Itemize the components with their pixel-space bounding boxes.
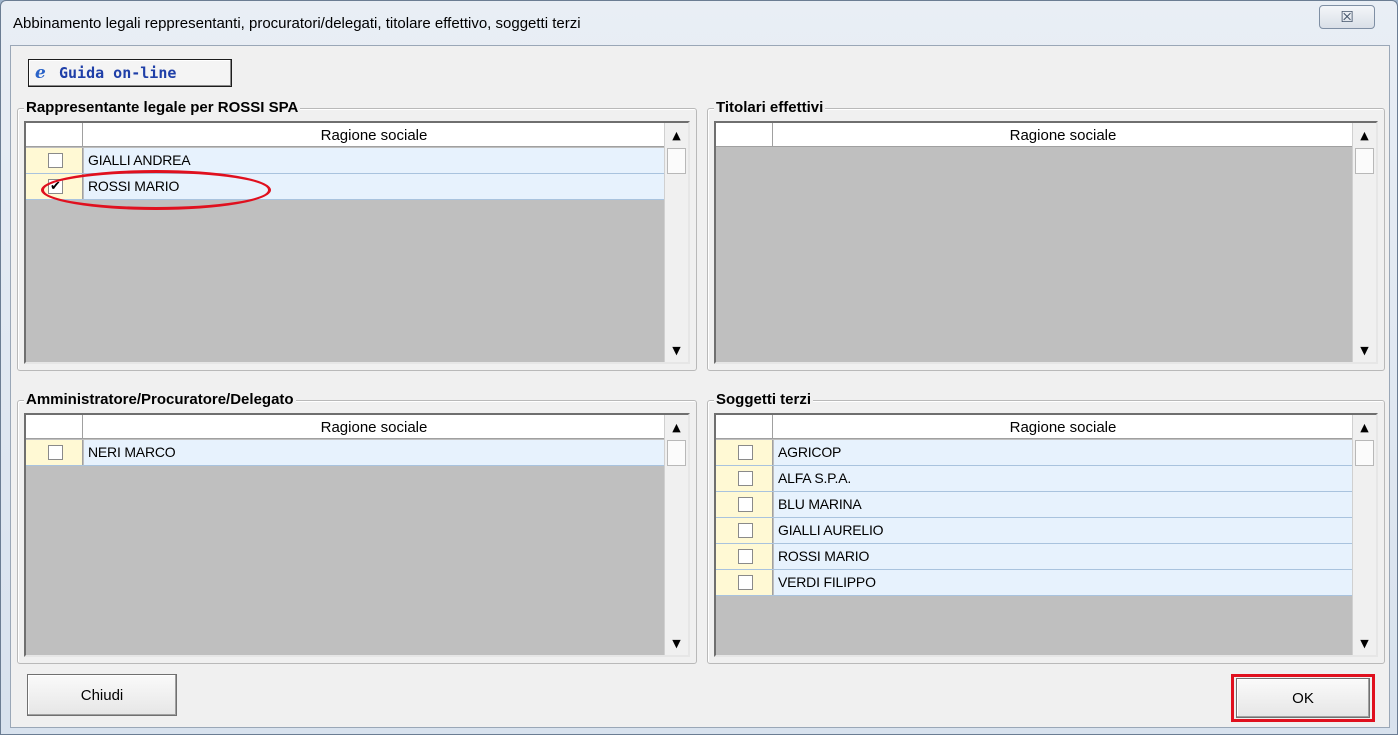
table-row[interactable]: ALFA S.P.A. [716,466,1352,492]
check-cell: ✔ [26,174,83,199]
row-name: GIALLI ANDREA [84,148,664,173]
arrow-down-icon: ▼ [1360,636,1369,650]
table-row[interactable]: GIALLI ANDREA [26,148,664,174]
check-column-header [26,123,83,147]
row-name: ROSSI MARIO [84,174,664,199]
check-cell [716,466,773,491]
window-title: Abbinamento legali reppresentanti, procu… [13,15,581,32]
check-column-header [716,123,773,147]
scroll-up-button[interactable]: ▲ [665,415,688,439]
grid-header: Ragione sociale [716,123,1352,147]
close-window-button[interactable]: ☒ [1319,5,1375,29]
row-checkbox[interactable] [738,445,753,460]
scroll-thumb[interactable] [1355,148,1374,174]
row-checkbox[interactable] [738,523,753,538]
table-row[interactable]: BLU MARINA [716,492,1352,518]
third-parties-group: Soggetti terzi Ragione sociale AGRICOP A… [707,391,1385,664]
row-name: ROSSI MARIO [774,544,1352,569]
ragione-sociale-column-header[interactable]: Ragione sociale [774,415,1352,439]
scroll-up-button[interactable]: ▲ [1353,123,1376,147]
check-cell [26,148,83,173]
legal-rep-group: Rappresentante legale per ROSSI SPA Ragi… [17,99,697,371]
row-checkbox[interactable] [738,549,753,564]
check-cell [26,440,83,465]
administrator-rows: NERI MARCO [26,440,664,466]
ok-button[interactable]: OK [1236,678,1370,718]
arrow-up-icon: ▲ [1360,420,1369,434]
legal-rep-title: Rappresentante legale per ROSSI SPA [24,99,301,116]
administrator-group: Amministratore/Procuratore/Delegato Ragi… [17,391,697,664]
grid-header: Ragione sociale [716,415,1352,439]
dialog-body: e Guida on-line Rappresentante legale pe… [10,45,1390,728]
scroll-down-button[interactable]: ▼ [1353,631,1376,655]
administrator-title: Amministratore/Procuratore/Delegato [24,391,296,408]
administrator-grid: Ragione sociale NERI MARCO ▲ ▼ [24,413,690,657]
check-column-header [716,415,773,439]
scroll-down-button[interactable]: ▼ [665,338,688,362]
vertical-scrollbar[interactable]: ▲ ▼ [1352,415,1376,655]
check-column-header [26,415,83,439]
check-cell [716,544,773,569]
vertical-scrollbar[interactable]: ▲ ▼ [1352,123,1376,362]
ragione-sociale-column-header[interactable]: Ragione sociale [84,123,664,147]
row-checkbox[interactable] [738,497,753,512]
beneficial-owners-group: Titolari effettivi Ragione sociale ▲ ▼ [707,99,1385,371]
scroll-down-button[interactable]: ▼ [665,631,688,655]
legal-rep-grid: Ragione sociale GIALLI ANDREA ✔ ROSSI MA… [24,121,690,364]
scroll-thumb[interactable] [667,148,686,174]
check-cell [716,518,773,543]
online-guide-label: Guida on-line [59,64,177,82]
table-row[interactable]: ROSSI MARIO [716,544,1352,570]
check-cell [716,440,773,465]
scroll-thumb[interactable] [667,440,686,466]
row-name: ALFA S.P.A. [774,466,1352,491]
third-parties-rows: AGRICOP ALFA S.P.A. BLU MARINA GIALLI AU… [716,440,1352,596]
ok-highlight-annotation: OK [1231,674,1375,722]
vertical-scrollbar[interactable]: ▲ ▼ [664,123,688,362]
arrow-up-icon: ▲ [672,420,681,434]
scroll-up-button[interactable]: ▲ [1353,415,1376,439]
online-guide-button[interactable]: e Guida on-line [28,59,232,87]
row-name: AGRICOP [774,440,1352,465]
grid-header: Ragione sociale [26,123,664,147]
arrow-down-icon: ▼ [672,636,681,650]
dialog-window: Abbinamento legali reppresentanti, procu… [0,0,1398,735]
scroll-up-button[interactable]: ▲ [665,123,688,147]
third-parties-title: Soggetti terzi [714,391,814,408]
ragione-sociale-column-header[interactable]: Ragione sociale [84,415,664,439]
scroll-down-button[interactable]: ▼ [1353,338,1376,362]
title-bar: Abbinamento legali reppresentanti, procu… [1,1,1397,45]
ragione-sociale-column-header[interactable]: Ragione sociale [774,123,1352,147]
beneficial-owners-title: Titolari effettivi [714,99,826,116]
row-checkbox[interactable] [738,575,753,590]
table-row[interactable]: VERDI FILIPPO [716,570,1352,596]
close-button[interactable]: Chiudi [27,674,177,716]
row-checkbox[interactable]: ✔ [48,179,63,194]
table-row[interactable]: NERI MARCO [26,440,664,466]
arrow-up-icon: ▲ [672,128,681,142]
row-checkbox[interactable] [48,445,63,460]
scroll-thumb[interactable] [1355,440,1374,466]
close-icon: ☒ [1340,8,1354,26]
row-checkbox[interactable] [738,471,753,486]
row-checkbox[interactable] [48,153,63,168]
table-row[interactable]: ✔ ROSSI MARIO [26,174,664,200]
check-cell [716,492,773,517]
table-row[interactable]: AGRICOP [716,440,1352,466]
row-name: NERI MARCO [84,440,664,465]
arrow-down-icon: ▼ [1360,343,1369,357]
internet-explorer-icon: e [35,63,46,83]
arrow-down-icon: ▼ [672,343,681,357]
row-name: BLU MARINA [774,492,1352,517]
row-name: VERDI FILIPPO [774,570,1352,595]
beneficial-owners-grid: Ragione sociale ▲ ▼ [714,121,1378,364]
legal-rep-rows: GIALLI ANDREA ✔ ROSSI MARIO [26,148,664,200]
grid-header: Ragione sociale [26,415,664,439]
check-cell [716,570,773,595]
table-row[interactable]: GIALLI AURELIO [716,518,1352,544]
third-parties-grid: Ragione sociale AGRICOP ALFA S.P.A. BLU … [714,413,1378,657]
vertical-scrollbar[interactable]: ▲ ▼ [664,415,688,655]
row-name: GIALLI AURELIO [774,518,1352,543]
arrow-up-icon: ▲ [1360,128,1369,142]
